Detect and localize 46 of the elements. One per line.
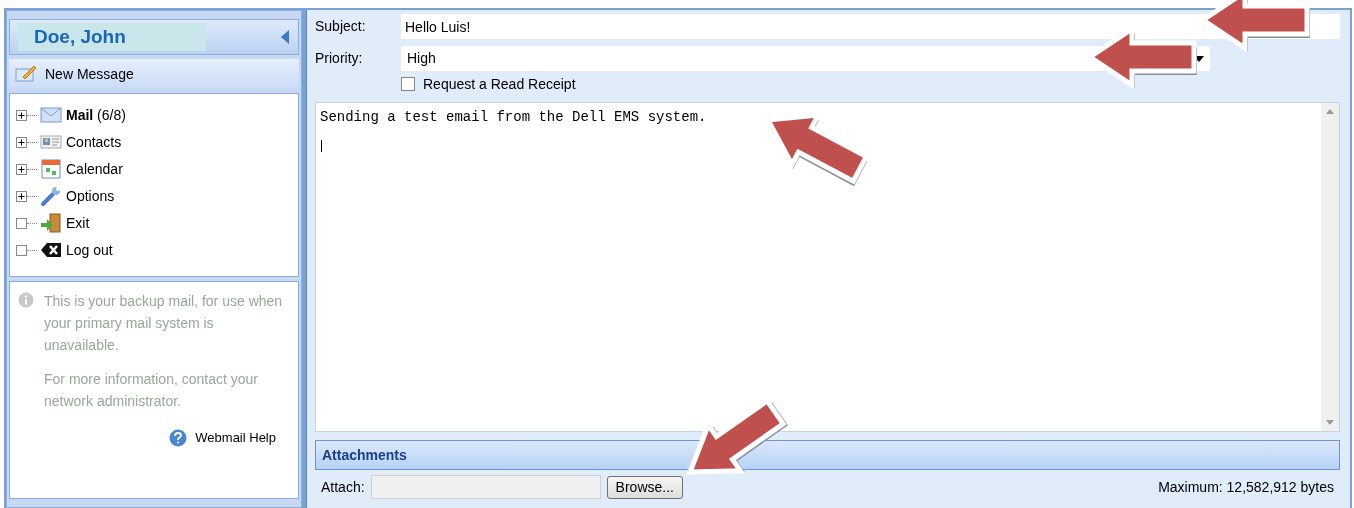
browse-button[interactable]: Browse... bbox=[606, 475, 683, 499]
tree-item[interactable]: Contacts bbox=[16, 131, 292, 153]
expand-icon[interactable] bbox=[16, 190, 27, 202]
leaf-box-icon bbox=[16, 244, 27, 256]
tree-item[interactable]: Options bbox=[16, 185, 292, 207]
subject-label: Subject: bbox=[315, 17, 367, 36]
expand-icon[interactable] bbox=[16, 109, 27, 121]
new-message-button[interactable]: New Message bbox=[9, 59, 299, 89]
message-body[interactable]: Sending a test email from the Dell EMS system. bbox=[315, 102, 1340, 432]
tree-item[interactable]: Log out bbox=[16, 239, 292, 261]
read-receipt-checkbox[interactable] bbox=[401, 77, 415, 91]
tree-item[interactable]: Exit bbox=[16, 212, 292, 234]
info-text: For more information, contact your network administrator. bbox=[44, 370, 259, 411]
leaf-box-icon bbox=[16, 217, 27, 229]
tree-label: Mail (6/8) bbox=[66, 105, 126, 125]
wrench-icon bbox=[40, 186, 62, 206]
collapse-icon[interactable] bbox=[280, 29, 290, 45]
read-receipt-label: Request a Read Receipt bbox=[423, 74, 576, 94]
compose-icon bbox=[15, 65, 37, 83]
attachments-title: Attachments bbox=[322, 445, 407, 465]
envelope-icon bbox=[40, 105, 62, 125]
maximum-size-text: Maximum: 12,582,912 bytes bbox=[1158, 477, 1334, 497]
priority-label: Priority: bbox=[315, 49, 364, 68]
calendar-icon bbox=[40, 159, 62, 179]
scroll-down-icon[interactable] bbox=[1326, 420, 1334, 425]
tree-label: Options bbox=[66, 186, 115, 206]
info-text: This is your backup mail, for use when your primary mail system is unavailable. bbox=[44, 292, 284, 355]
tree-label: Calendar bbox=[66, 159, 123, 179]
help-icon bbox=[169, 428, 188, 447]
tree-item[interactable]: Mail (6/8) bbox=[16, 104, 292, 126]
contact-card-icon bbox=[40, 132, 62, 152]
scroll-up-icon[interactable] bbox=[1326, 109, 1334, 114]
door-icon bbox=[40, 213, 62, 233]
user-name: Doe, John bbox=[18, 22, 206, 52]
info-icon bbox=[18, 292, 34, 308]
expand-icon[interactable] bbox=[16, 163, 27, 175]
tree-item[interactable]: Calendar bbox=[16, 158, 292, 180]
tree-label: Exit bbox=[66, 213, 90, 233]
expand-icon[interactable] bbox=[16, 136, 27, 148]
help-link[interactable]: Webmail Help bbox=[195, 428, 276, 448]
logout-icon bbox=[40, 240, 62, 260]
tree-label: Contacts bbox=[66, 132, 122, 152]
tree-label: Log out bbox=[66, 240, 113, 260]
attach-label: Attach: bbox=[321, 477, 365, 497]
message-text: Sending a test email from the Dell EMS system. bbox=[320, 108, 708, 127]
attach-field[interactable] bbox=[370, 475, 601, 499]
